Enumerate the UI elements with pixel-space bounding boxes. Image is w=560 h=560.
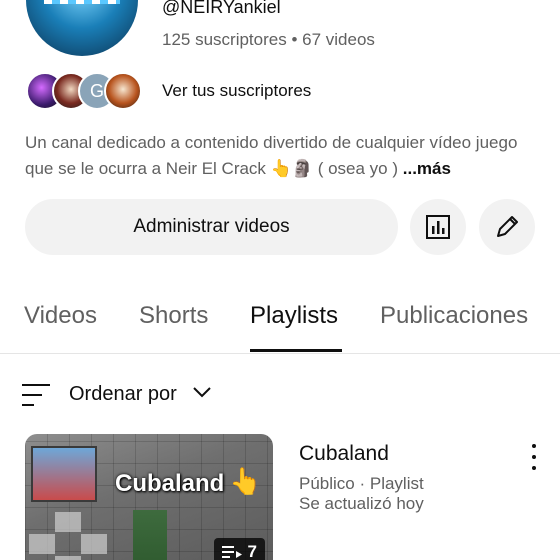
analytics-icon — [426, 215, 450, 239]
chevron-down-icon[interactable] — [192, 384, 212, 400]
active-tab-indicator — [250, 349, 342, 352]
edit-channel-button[interactable] — [479, 199, 535, 255]
tab-videos[interactable]: Videos — [24, 302, 97, 330]
manage-videos-button[interactable]: Administrar videos — [25, 199, 398, 255]
sort-control[interactable] — [22, 380, 52, 410]
tab-playlists[interactable]: Playlists — [250, 302, 338, 330]
playlist-title[interactable]: Cubaland — [299, 442, 389, 466]
channel-avatar[interactable] — [26, 0, 138, 56]
more-options-icon[interactable] — [524, 444, 544, 470]
tab-publicaciones[interactable]: Publicaciones — [380, 302, 528, 330]
channel-handle: @NEIRYankiel — [162, 0, 281, 17]
more-link[interactable]: ...más — [403, 159, 451, 178]
sort-label[interactable]: Ordenar por — [69, 383, 177, 406]
thumbnail-facecam — [31, 446, 97, 502]
thumbnail-title: Cubaland — [115, 470, 225, 497]
analytics-button[interactable] — [410, 199, 466, 255]
playlist-thumbnail[interactable]: Cubaland 👆 7 — [25, 434, 273, 560]
playlist-updated: Se actualizó hoy — [299, 494, 424, 513]
thumbnail-character — [133, 510, 167, 560]
channel-stats: 125 suscriptores • 67 videos — [162, 30, 375, 49]
view-subscribers-link[interactable]: Ver tus suscriptores — [162, 81, 311, 101]
playlist-visibility: Público · Playlist — [299, 474, 424, 493]
sort-icon — [22, 384, 50, 406]
video-count: 7 — [247, 542, 257, 560]
subscriber-avatars[interactable]: G — [26, 72, 142, 110]
channel-description[interactable]: Un canal dedicado a contenido divertido … — [25, 130, 545, 182]
avatar-shirt — [44, 0, 120, 4]
pointing-hand-icon: 👆 — [229, 466, 262, 496]
thumbnail-dpad — [29, 512, 109, 560]
subscriber-avatar — [104, 72, 142, 110]
playlist-icon — [221, 546, 242, 558]
pencil-icon — [497, 216, 518, 237]
video-count-badge: 7 — [213, 538, 265, 560]
tab-shorts[interactable]: Shorts — [139, 302, 208, 330]
channel-tabs: Videos Shorts Playlists Publicaciones — [0, 292, 560, 354]
